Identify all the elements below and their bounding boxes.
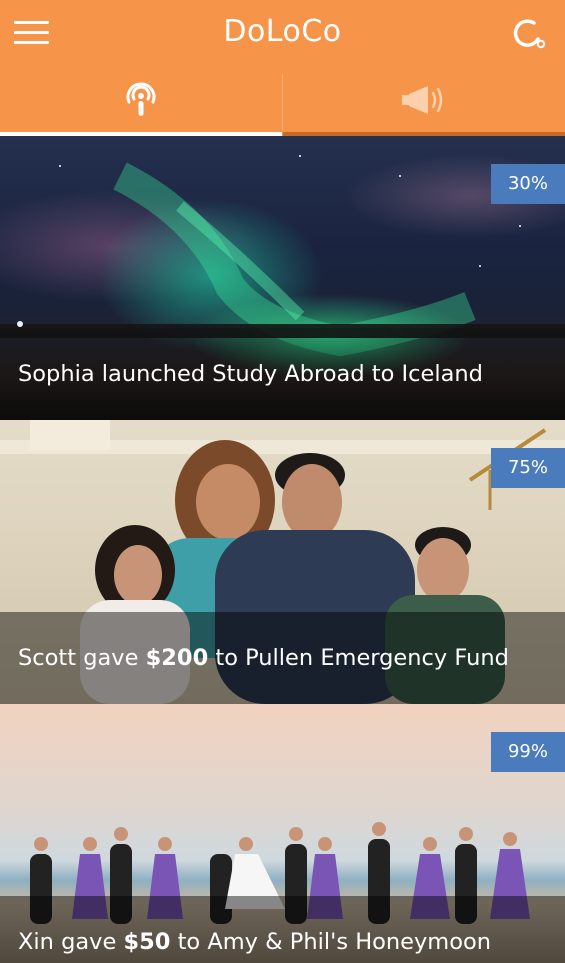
app-screen: DoLoCo 30% Sophia launched Study Abroad … [0,0,565,963]
caption-text-post: to Amy & Phil's Honeymoon [170,929,492,955]
progress-badge: 75% [491,448,565,488]
donation-amount: $200 [145,645,209,671]
feed-caption: Xin gave $50 to Amy & Phil's Honeymoon [0,896,565,963]
tab-megaphone[interactable] [283,68,565,136]
feed-caption: Scott gave $200 to Pullen Emergency Fund [0,612,565,704]
feed-card[interactable]: 75% Scott gave $200 to Pullen Emergency … [0,420,565,704]
tab-broadcast[interactable] [0,68,282,136]
donation-amount: $50 [123,929,171,955]
progress-badge: 30% [491,164,565,204]
broadcast-icon [123,80,159,124]
caption-text-pre: Scott gave [18,645,146,671]
feed-caption: Sophia launched Study Abroad to Iceland [0,328,565,420]
caption-text-post: to Pullen Emergency Fund [208,645,509,671]
app-title: DoLoCo [223,14,342,49]
progress-badge: 99% [491,732,565,772]
tab-bar [0,68,565,136]
feed-card[interactable]: 30% Sophia launched Study Abroad to Icel… [0,136,565,420]
caption-text: Sophia launched Study Abroad to Iceland [18,361,483,387]
activity-feed: 30% Sophia launched Study Abroad to Icel… [0,136,565,963]
refresh-icon[interactable] [508,18,550,52]
caption-text-pre: Xin gave [18,929,124,955]
feed-card[interactable]: 99% Xin gave $50 to Amy & Phil's Honeymo… [0,704,565,963]
top-bar: DoLoCo [0,0,565,68]
megaphone-icon [398,80,450,124]
